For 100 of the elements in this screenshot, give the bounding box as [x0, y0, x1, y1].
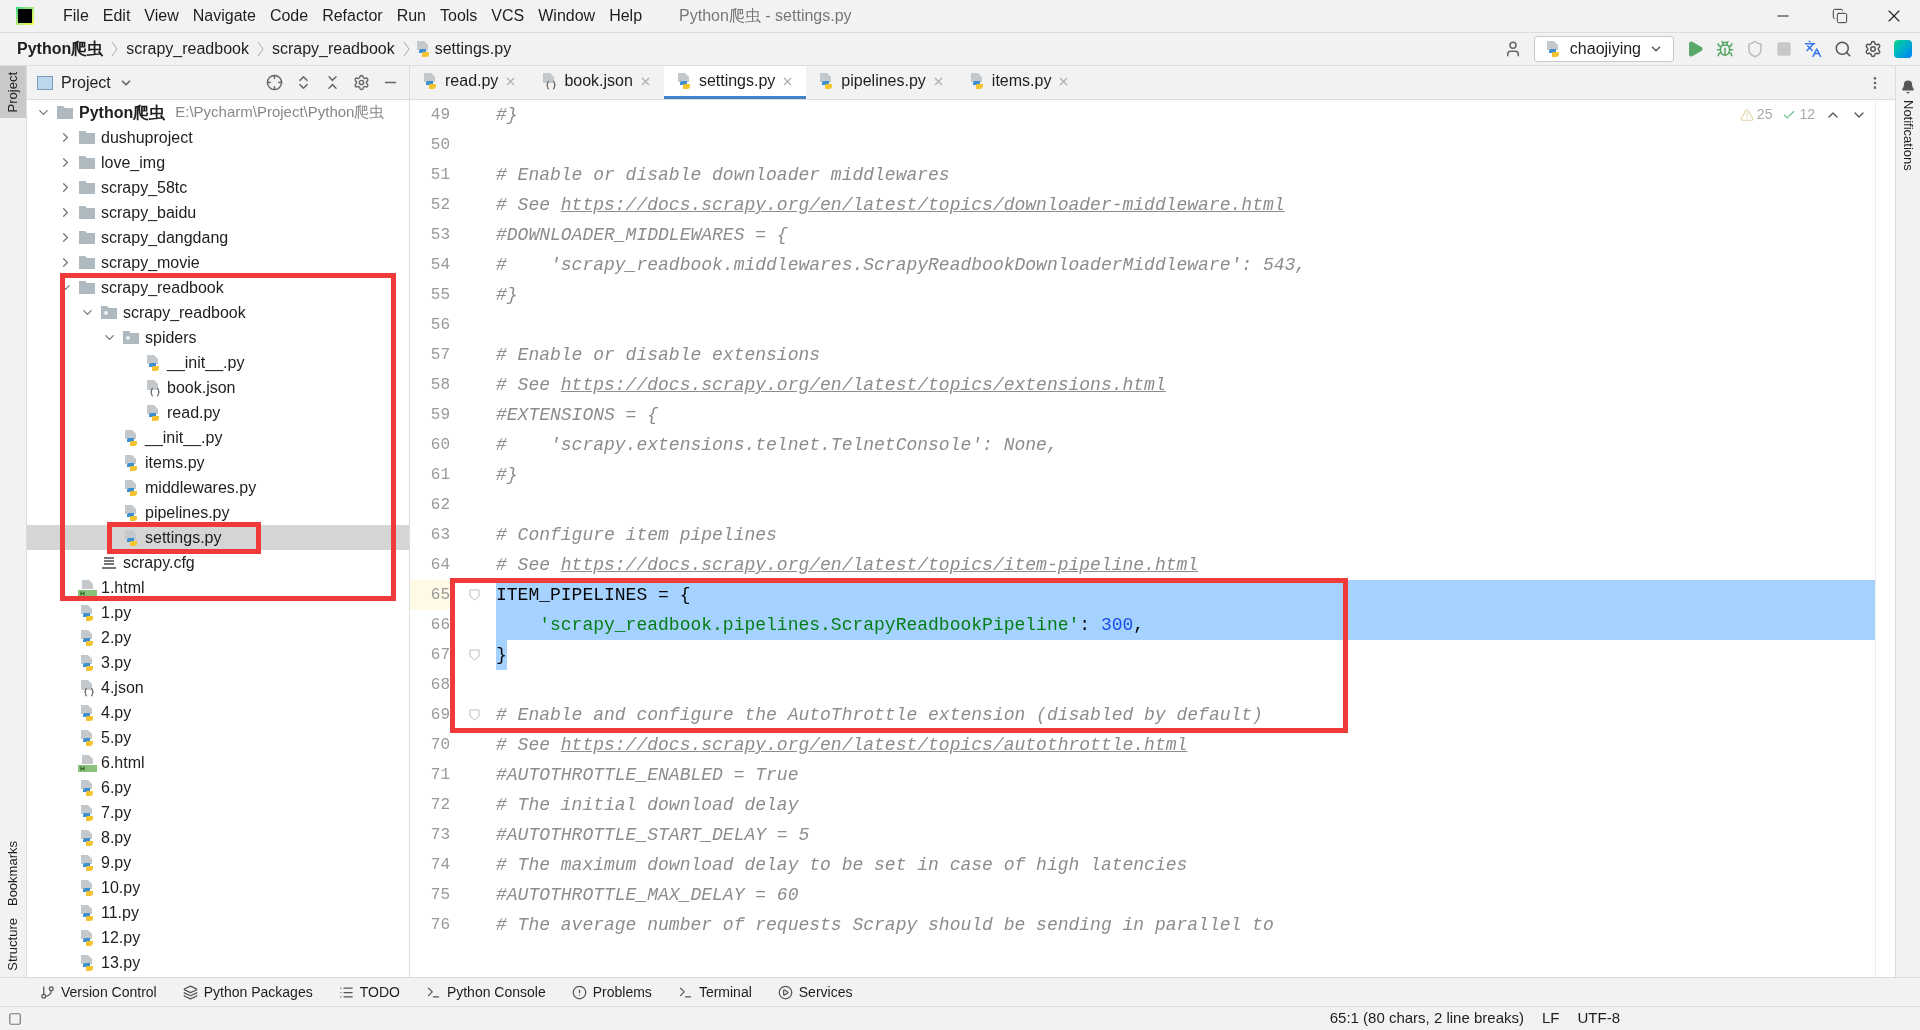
tree-item[interactable]: 3.py — [27, 650, 409, 675]
tool-window-button[interactable]: TODO — [338, 981, 400, 1003]
layers-icon — [182, 984, 198, 1000]
menu-item[interactable]: View — [137, 4, 186, 28]
branch-icon — [40, 984, 55, 1000]
editor-tab[interactable]: book.json — [529, 66, 664, 99]
panel-toggle-icon[interactable] — [8, 1011, 22, 1026]
tool-window-button[interactable]: Python Packages — [182, 981, 313, 1003]
line-number: 58 — [429, 375, 451, 396]
fold-marker-icon[interactable] — [468, 709, 480, 721]
toolbox-logo-icon[interactable] — [1894, 40, 1912, 58]
tree-item[interactable]: 11.py — [27, 900, 409, 925]
debug-icon[interactable] — [1716, 40, 1734, 58]
tree-item[interactable]: pipelines.py — [27, 500, 409, 525]
tree-item[interactable]: read.py — [27, 400, 409, 425]
tool-window-button[interactable]: Python Console — [425, 981, 546, 1003]
line-number: 64 — [429, 555, 451, 576]
line-number: 50 — [429, 135, 451, 156]
tool-window-button[interactable]: Services — [777, 981, 853, 1003]
tree-item[interactable]: __init__.py — [27, 425, 409, 450]
tree-item[interactable]: 5.py — [27, 725, 409, 750]
menu-item[interactable]: File — [56, 4, 96, 28]
folder-icon — [78, 180, 96, 195]
tree-item[interactable]: book.json — [27, 375, 409, 400]
menu-item[interactable]: Edit — [95, 4, 138, 28]
tool-window-button[interactable]: Version Control — [40, 981, 157, 1003]
tool-window-button[interactable]: Terminal — [677, 981, 752, 1003]
fold-marker-icon[interactable] — [468, 649, 480, 661]
tree-item[interactable]: dushuproject — [27, 125, 409, 150]
line-separator[interactable]: LF — [1542, 1007, 1560, 1030]
translate-icon[interactable] — [1804, 40, 1822, 58]
tree-item[interactable]: love_img — [27, 150, 409, 175]
tree-item[interactable]: 1.py — [27, 600, 409, 625]
settings-icon[interactable] — [353, 74, 370, 91]
line-number: 51 — [429, 165, 451, 186]
breadcrumb-item[interactable]: scrapy_readbook — [268, 37, 398, 61]
python-file-icon — [122, 528, 140, 547]
tree-item[interactable]: Python爬虫 E:\Pycharm\Project\Python爬虫 — [27, 100, 409, 125]
tree-item[interactable]: 6.html — [27, 750, 409, 775]
editor-tab[interactable]: items.py — [956, 66, 1083, 99]
editor-tab[interactable]: settings.py — [663, 66, 807, 99]
tree-item[interactable]: scrapy_58tc — [27, 175, 409, 200]
menu-item[interactable]: Help — [602, 4, 650, 28]
code-line: # The average number of requests Scrapy should be sending in parallel to — [496, 914, 1274, 937]
run-config-dropdown[interactable]: chaojiying — [1533, 36, 1674, 62]
tree-item[interactable]: __init__.py — [27, 350, 409, 375]
alert-icon — [571, 984, 587, 1000]
tool-window-tab[interactable]: Project — [0, 66, 26, 119]
settings-icon[interactable] — [1864, 40, 1882, 58]
code-line: #EXTENSIONS = { — [496, 404, 659, 427]
fold-marker-icon[interactable] — [468, 589, 480, 601]
tree-item[interactable]: 9.py — [27, 850, 409, 875]
file-encoding[interactable]: UTF-8 — [1577, 1007, 1620, 1030]
tree-item[interactable]: 2.py — [27, 625, 409, 650]
tree-item[interactable]: 4.py — [27, 700, 409, 725]
run-icon[interactable] — [1686, 40, 1704, 58]
menu-item[interactable]: Run — [389, 4, 433, 28]
restore-icon[interactable] — [1832, 8, 1848, 24]
breadcrumb-item[interactable]: scrapy_readbook — [123, 37, 252, 61]
python-file-icon — [1544, 40, 1562, 58]
tool-window-tab[interactable]: Bookmarks — [0, 835, 26, 913]
tree-item[interactable]: scrapy_baidu — [27, 200, 409, 225]
breadcrumb-item[interactable]: settings.py — [431, 37, 515, 61]
play-circle-icon — [777, 984, 793, 1000]
tool-window-tab[interactable]: Notifications — [1898, 100, 1918, 171]
menu-item[interactable]: Tools — [433, 4, 485, 28]
tree-item[interactable]: scrapy_readbook — [27, 300, 409, 325]
menu-item[interactable]: VCS — [484, 4, 532, 28]
search-icon[interactable] — [1834, 40, 1852, 58]
terminal-icon — [677, 984, 693, 1000]
tree-item[interactable]: 7.py — [27, 800, 409, 825]
tool-window-tab[interactable]: Structure — [0, 912, 26, 977]
project-view-dropdown[interactable]: Project — [37, 70, 133, 95]
bell-icon[interactable] — [1901, 80, 1915, 94]
tool-window-button[interactable]: Problems — [571, 981, 652, 1003]
tree-item[interactable]: 4.json — [27, 675, 409, 700]
menu-item[interactable]: Refactor — [315, 4, 390, 28]
menu-item[interactable]: Navigate — [185, 4, 263, 28]
tree-item[interactable]: 13.py — [27, 950, 409, 975]
tree-item[interactable]: 8.py — [27, 825, 409, 850]
menu-item[interactable]: Code — [262, 4, 316, 28]
tree-item[interactable]: middlewares.py — [27, 475, 409, 500]
breadcrumb-item[interactable]: Python爬虫 — [14, 37, 107, 61]
tree-item[interactable]: spiders — [27, 325, 409, 350]
python-file-icon — [78, 653, 96, 672]
caret-position[interactable]: 65:1 (80 chars, 2 line breaks) — [1329, 1007, 1524, 1030]
tree-item[interactable]: 6.py — [27, 775, 409, 800]
locate-icon[interactable] — [266, 74, 283, 91]
tree-item[interactable]: items.py — [27, 450, 409, 475]
tree-item[interactable]: 12.py — [27, 925, 409, 950]
tree-item[interactable]: scrapy.cfg — [27, 550, 409, 575]
tree-item[interactable]: 1.html — [27, 575, 409, 600]
code-line: ITEM_PIPELINES = { — [496, 584, 691, 607]
editor-tab[interactable]: pipelines.py — [806, 66, 957, 99]
editor-tab[interactable]: read.py — [410, 66, 530, 99]
tree-item[interactable]: scrapy_readbook — [27, 275, 409, 300]
tree-item[interactable]: scrapy_movie — [27, 250, 409, 275]
tree-item[interactable]: scrapy_dangdang — [27, 225, 409, 250]
tree-item[interactable]: 10.py — [27, 875, 409, 900]
menu-item[interactable]: Window — [531, 4, 603, 28]
